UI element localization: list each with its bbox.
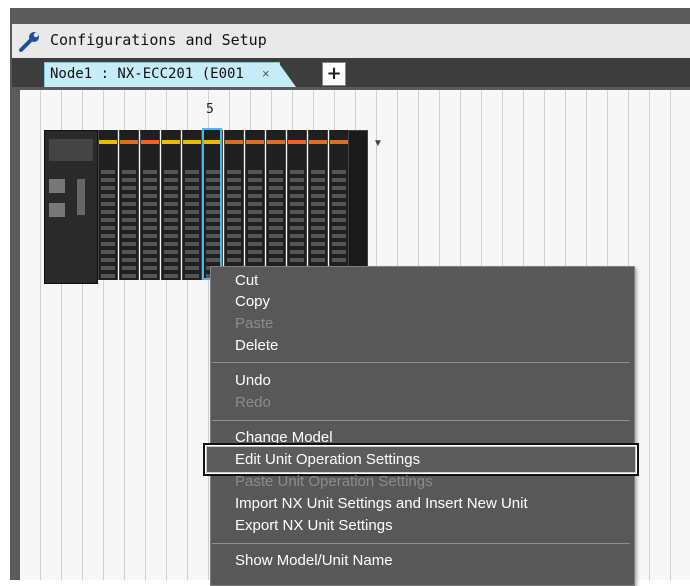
port-icon: [49, 179, 65, 193]
coupler-top: [49, 139, 93, 161]
io-module[interactable]: [329, 130, 349, 280]
io-module[interactable]: [245, 130, 265, 280]
menu-item-edit-unit-operation-settings[interactable]: Edit Unit Operation Settings: [235, 451, 420, 471]
io-module[interactable]: [224, 130, 244, 280]
io-module[interactable]: [140, 130, 160, 280]
tab-edge: [278, 62, 296, 87]
io-module[interactable]: [161, 130, 181, 280]
end-cover: [348, 130, 368, 282]
menu-item-redo: Redo: [235, 394, 271, 411]
port-icon: [49, 203, 65, 217]
menu-item-import-nx-unit-settings[interactable]: Import NX Unit Settings and Insert New U…: [235, 495, 528, 515]
menu-item-undo[interactable]: Undo: [235, 372, 271, 392]
title-bar: Configurations and Setup: [12, 24, 690, 59]
io-module[interactable]: [182, 130, 202, 280]
io-module[interactable]: [98, 130, 118, 280]
menu-item-export-nx-unit-settings[interactable]: Export NX Unit Settings: [235, 517, 393, 537]
close-icon[interactable]: ×: [262, 66, 270, 81]
tab-node1[interactable]: Node1 : NX-ECC201 (E001 ×: [44, 62, 280, 87]
selection-frame: [202, 128, 222, 280]
menu-item-paste: Paste: [235, 315, 274, 332]
io-module[interactable]: [119, 130, 139, 280]
wrench-icon: [19, 32, 39, 52]
menu-separator: [212, 362, 630, 363]
menu-item-delete[interactable]: Delete: [235, 337, 278, 357]
coupler-unit[interactable]: [44, 130, 98, 284]
io-module[interactable]: [287, 130, 307, 280]
switch-icon: [77, 179, 85, 215]
io-module[interactable]: [266, 130, 286, 280]
menu-separator: [212, 543, 630, 544]
io-module[interactable]: [308, 130, 328, 280]
add-tab-button[interactable]: +: [322, 62, 346, 86]
tab-label: Node1 : NX-ECC201 (E001: [50, 66, 244, 82]
menu-item-show-model-unit-name[interactable]: Show Model/Unit Name: [235, 552, 393, 572]
context-menu: [210, 266, 635, 586]
slot-number: 5: [206, 102, 214, 117]
window-title: Configurations and Setup: [50, 31, 267, 49]
menu-item-copy[interactable]: Copy: [235, 293, 270, 313]
menu-item-cut[interactable]: Cut: [235, 272, 258, 292]
menu-item-paste-unit-operation-settings: Paste Unit Operation Settings: [235, 473, 433, 490]
menu-separator: [212, 420, 630, 421]
chevron-down-icon[interactable]: ▼: [373, 138, 383, 149]
